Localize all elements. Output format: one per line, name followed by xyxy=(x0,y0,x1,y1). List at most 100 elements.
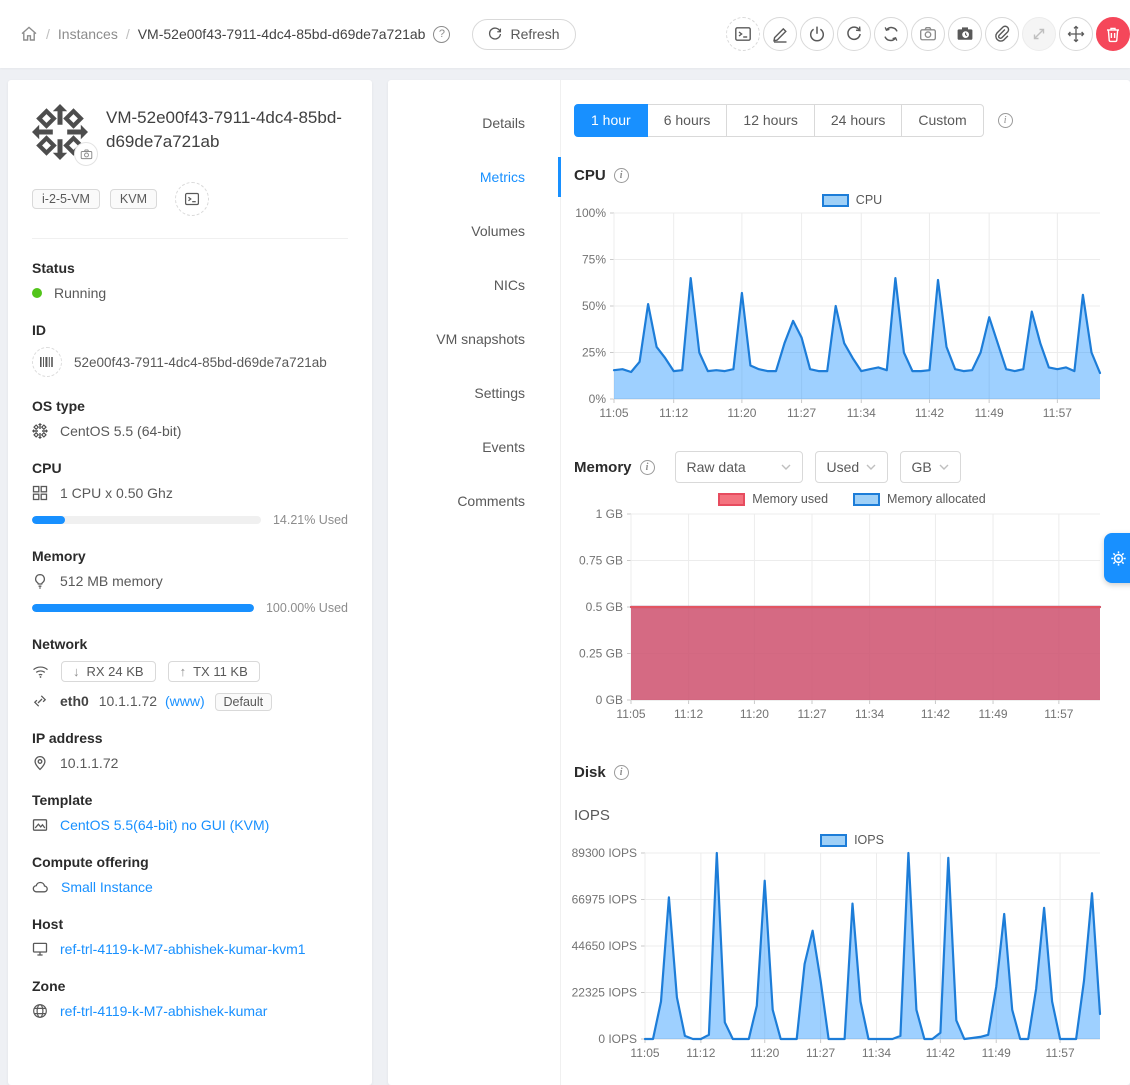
time-range-24-hours[interactable]: 24 hours xyxy=(814,104,902,137)
breadcrumb-instances[interactable]: Instances xyxy=(58,26,118,42)
svg-text:66975 IOPS: 66975 IOPS xyxy=(572,893,637,907)
ip-label: IP address xyxy=(32,730,348,746)
tab-comments[interactable]: Comments xyxy=(388,474,560,528)
svg-text:11:05: 11:05 xyxy=(616,707,645,721)
iops-label: IOPS xyxy=(574,807,1130,824)
svg-text:50%: 50% xyxy=(582,299,606,313)
tab-metrics[interactable]: Metrics xyxy=(388,150,560,204)
scale-button[interactable] xyxy=(1022,17,1056,51)
cpu-icon xyxy=(32,485,48,501)
tab-details[interactable]: Details xyxy=(388,96,560,150)
tab-events[interactable]: Events xyxy=(388,420,560,474)
cpu-used-text: 14.21% Used xyxy=(273,513,348,527)
svg-text:11:49: 11:49 xyxy=(982,1046,1011,1060)
svg-text:11:57: 11:57 xyxy=(1043,406,1072,420)
host-link[interactable]: ref-trl-4119-k-M7-abhishek-kumar-kvm1 xyxy=(60,941,306,957)
svg-text:11:49: 11:49 xyxy=(975,406,1004,420)
change-icon-camera-button[interactable] xyxy=(74,142,98,166)
tab-volumes[interactable]: Volumes xyxy=(388,204,560,258)
svg-text:11:27: 11:27 xyxy=(806,1046,835,1060)
svg-text:0.75 GB: 0.75 GB xyxy=(579,554,623,568)
rx-button[interactable]: ↓ RX 24 KB xyxy=(61,661,156,682)
nic-network-link[interactable]: (www) xyxy=(165,693,205,709)
metrics-content: 1 hour6 hours12 hours24 hoursCustom i CP… xyxy=(561,80,1130,1085)
svg-text:11:27: 11:27 xyxy=(787,406,816,420)
svg-text:11:57: 11:57 xyxy=(1046,1046,1075,1060)
home-icon[interactable] xyxy=(20,25,38,43)
disk-section-title: Disk xyxy=(574,764,606,781)
detail-tabs: DetailsMetricsVolumesNICsVM snapshotsSet… xyxy=(388,80,561,1085)
svg-text:11:20: 11:20 xyxy=(750,1046,779,1060)
network-label: Network xyxy=(32,636,348,652)
time-range-custom[interactable]: Custom xyxy=(901,104,983,137)
arrow-up-icon: ↑ xyxy=(180,664,187,679)
time-range-6-hours[interactable]: 6 hours xyxy=(647,104,728,137)
nic-link-icon xyxy=(32,693,48,709)
help-icon[interactable]: ? xyxy=(433,26,450,43)
memory-label: Memory xyxy=(32,548,348,564)
ip-value: 10.1.1.72 xyxy=(60,755,118,771)
breadcrumb: / Instances / VM-52e00f43-7911-4dc4-85bd… xyxy=(20,19,576,50)
globe-icon xyxy=(32,1003,48,1019)
tx-button[interactable]: ↑ TX 11 KB xyxy=(168,661,260,682)
refresh-button[interactable]: Refresh xyxy=(472,19,575,50)
memory-info-icon[interactable]: i xyxy=(640,460,655,475)
svg-text:0 GB: 0 GB xyxy=(596,693,623,707)
memory-select-gb[interactable]: GB xyxy=(900,451,961,483)
memory-value: 512 MB memory xyxy=(60,573,163,589)
snapshot-button[interactable] xyxy=(911,17,945,51)
memory-used-text: 100.00% Used xyxy=(266,601,348,615)
destroy-button[interactable] xyxy=(1096,17,1130,51)
scale-icon xyxy=(1030,25,1048,43)
paperclip-icon xyxy=(993,25,1011,43)
os-type-label: OS type xyxy=(32,398,348,414)
time-range-1-hour[interactable]: 1 hour xyxy=(574,104,648,137)
trash-icon xyxy=(1104,25,1122,43)
svg-text:11:34: 11:34 xyxy=(855,707,884,721)
time-range-info-icon[interactable]: i xyxy=(998,113,1013,128)
cpu-chart: 0%25%50%75%100%11:0511:1211:2011:2711:34… xyxy=(574,207,1130,425)
vm-tag: i-2-5-VM xyxy=(32,189,100,209)
time-range-12-hours[interactable]: 12 hours xyxy=(726,104,814,137)
svg-text:11:05: 11:05 xyxy=(630,1046,659,1060)
vm-title: VM-52e00f43-7911-4dc4-85bd-d69de7a721ab xyxy=(106,106,348,160)
vm-info-card: VM-52e00f43-7911-4dc4-85bd-d69de7a721ab … xyxy=(8,80,372,1085)
memory-select-used[interactable]: Used xyxy=(815,451,888,483)
host-label: Host xyxy=(32,916,348,932)
console-icon xyxy=(734,25,752,43)
vm-detail-card: DetailsMetricsVolumesNICsVM snapshotsSet… xyxy=(388,80,1130,1085)
camera-clock-icon xyxy=(956,25,974,43)
template-link[interactable]: CentOS 5.5(64-bit) no GUI (KVM) xyxy=(60,817,269,833)
power-off-button[interactable] xyxy=(800,17,834,51)
console-mini-button[interactable] xyxy=(175,182,209,216)
reinstall-button[interactable] xyxy=(874,17,908,51)
cpu-info-icon[interactable]: i xyxy=(614,168,629,183)
console-button[interactable] xyxy=(726,17,760,51)
svg-text:11:20: 11:20 xyxy=(727,406,756,420)
chevron-down-icon xyxy=(781,464,791,470)
svg-text:44650 IOPS: 44650 IOPS xyxy=(572,939,637,953)
offering-link[interactable]: Small Instance xyxy=(61,879,153,895)
recurring-snapshot-button[interactable] xyxy=(948,17,982,51)
svg-text:100%: 100% xyxy=(575,206,606,220)
migrate-button[interactable] xyxy=(1059,17,1093,51)
disk-info-icon[interactable]: i xyxy=(614,765,629,780)
camera-icon xyxy=(919,25,937,43)
chevron-down-icon xyxy=(866,464,876,470)
zone-link[interactable]: ref-trl-4119-k-M7-abhishek-kumar xyxy=(60,1003,267,1019)
iops-legend: IOPS xyxy=(574,833,1130,847)
memory-select-raw-data[interactable]: Raw data xyxy=(675,451,803,483)
power-icon xyxy=(808,25,826,43)
theme-settings-button[interactable] xyxy=(1104,533,1130,583)
tab-settings[interactable]: Settings xyxy=(388,366,560,420)
memory-legend: Memory usedMemory allocated xyxy=(574,492,1130,506)
edit-button[interactable] xyxy=(763,17,797,51)
reboot-button[interactable] xyxy=(837,17,871,51)
console-icon xyxy=(184,191,200,207)
svg-text:75%: 75% xyxy=(582,253,606,267)
move-icon xyxy=(1067,25,1085,43)
cpu-label: CPU xyxy=(32,460,348,476)
tab-vm-snapshots[interactable]: VM snapshots xyxy=(388,312,560,366)
tab-nics[interactable]: NICs xyxy=(388,258,560,312)
attach-iso-button[interactable] xyxy=(985,17,1019,51)
